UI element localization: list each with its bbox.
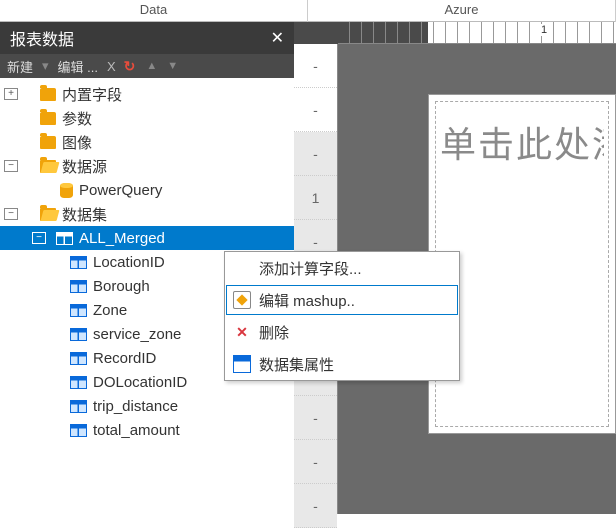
field-icon (70, 304, 87, 317)
move-up-button[interactable]: ▲ (144, 60, 159, 72)
expand-toggle[interactable]: + (4, 88, 18, 100)
toolbar-edit-button[interactable]: 编辑 ... (55, 57, 101, 76)
tree-node-builtin-fields[interactable]: + 内置字段 (0, 82, 294, 106)
tree-node-field[interactable]: trip_distance (0, 394, 294, 418)
tree-label: LocationID (93, 254, 165, 271)
tree-node-parameters[interactable]: 参数 (0, 106, 294, 130)
ctx-add-calculated-field[interactable]: 添加计算字段... (225, 252, 459, 284)
tree-label: service_zone (93, 326, 181, 343)
tab-azure[interactable]: Azure (308, 0, 616, 22)
tree-label: DOLocationID (93, 374, 187, 391)
ctx-label: 添加计算字段... (259, 258, 362, 279)
context-menu: 添加计算字段... 编辑 mashup.. ✕ 删除 数据集属性 (224, 251, 460, 381)
ctx-label: 编辑 mashup.. (259, 290, 355, 311)
refresh-icon[interactable]: ↻ (121, 58, 139, 75)
folder-open-icon (40, 208, 56, 221)
ruler-cell: - (294, 88, 337, 132)
folder-icon (40, 112, 56, 125)
report-title-placeholder[interactable]: 单击此处添 (440, 116, 604, 168)
tree-label: total_amount (93, 422, 180, 439)
tree-label: 图像 (62, 132, 92, 153)
tree-node-datasets[interactable]: − 数据集 (0, 202, 294, 226)
panel-header: 报表数据 ✕ (0, 22, 294, 54)
toolbar-new-button[interactable]: 新建 (4, 57, 36, 76)
delete-icon: ✕ (233, 323, 251, 341)
panel-toolbar: 新建 ▾ 编辑 ... X ↻ ▲ ▼ (0, 54, 294, 78)
field-icon (70, 376, 87, 389)
field-icon (70, 352, 87, 365)
ruler-cell: 1 (294, 176, 337, 220)
tree-label: Zone (93, 302, 127, 319)
tree-label: 参数 (62, 108, 92, 129)
tree-node-images[interactable]: 图像 (0, 130, 294, 154)
tree-label: PowerQuery (79, 182, 162, 199)
tree-node-powerquery[interactable]: PowerQuery (0, 178, 294, 202)
ruler-cell: - (294, 132, 337, 176)
toolbar-x[interactable]: X (107, 59, 115, 74)
field-icon (70, 328, 87, 341)
tree-label: RecordID (93, 350, 156, 367)
field-icon (70, 400, 87, 413)
ctx-label: 数据集属性 (259, 354, 334, 375)
top-tab-bar: Data Azure (0, 0, 616, 22)
tree-label: 内置字段 (62, 84, 122, 105)
move-down-button[interactable]: ▼ (165, 60, 180, 72)
ruler-cell: - (294, 440, 337, 484)
ctx-delete[interactable]: ✕ 删除 (225, 316, 459, 348)
tree-label: Borough (93, 278, 150, 295)
ruler-cell: - (294, 396, 337, 440)
tree-label: trip_distance (93, 398, 178, 415)
expand-toggle[interactable]: − (32, 232, 46, 244)
folder-open-icon (40, 160, 56, 173)
horizontal-ruler: 1 (338, 22, 616, 44)
properties-icon (233, 355, 251, 373)
tree-label: 数据源 (62, 156, 107, 177)
tree-label: ALL_Merged (79, 230, 165, 247)
expand-toggle[interactable]: − (4, 208, 18, 220)
ruler-cell: - (294, 44, 337, 88)
table-icon (56, 232, 73, 245)
ctx-edit-mashup[interactable]: 编辑 mashup.. (225, 284, 459, 316)
field-icon (70, 424, 87, 437)
tab-data[interactable]: Data (0, 0, 308, 22)
ruler-corner (294, 22, 338, 44)
ctx-dataset-properties[interactable]: 数据集属性 (225, 348, 459, 380)
blank-icon (233, 259, 251, 277)
expand-toggle[interactable]: − (4, 160, 18, 172)
field-icon (70, 256, 87, 269)
panel-title: 报表数据 (10, 26, 74, 50)
folder-icon (40, 136, 56, 149)
database-icon (60, 183, 73, 198)
tree-node-field[interactable]: total_amount (0, 418, 294, 442)
tree-label: 数据集 (62, 204, 107, 225)
ruler-cell: - (294, 484, 337, 528)
panel-close-button[interactable]: ✕ (271, 28, 284, 48)
report-inner: 单击此处添 (435, 101, 609, 427)
tree-node-datasources[interactable]: − 数据源 (0, 154, 294, 178)
folder-icon (40, 88, 56, 101)
tree-node-dataset-allmerged[interactable]: − ALL_Merged (0, 226, 294, 250)
edit-icon (233, 291, 251, 309)
ruler-mark-1: 1 (538, 24, 550, 36)
field-icon (70, 280, 87, 293)
ctx-label: 删除 (259, 322, 289, 343)
